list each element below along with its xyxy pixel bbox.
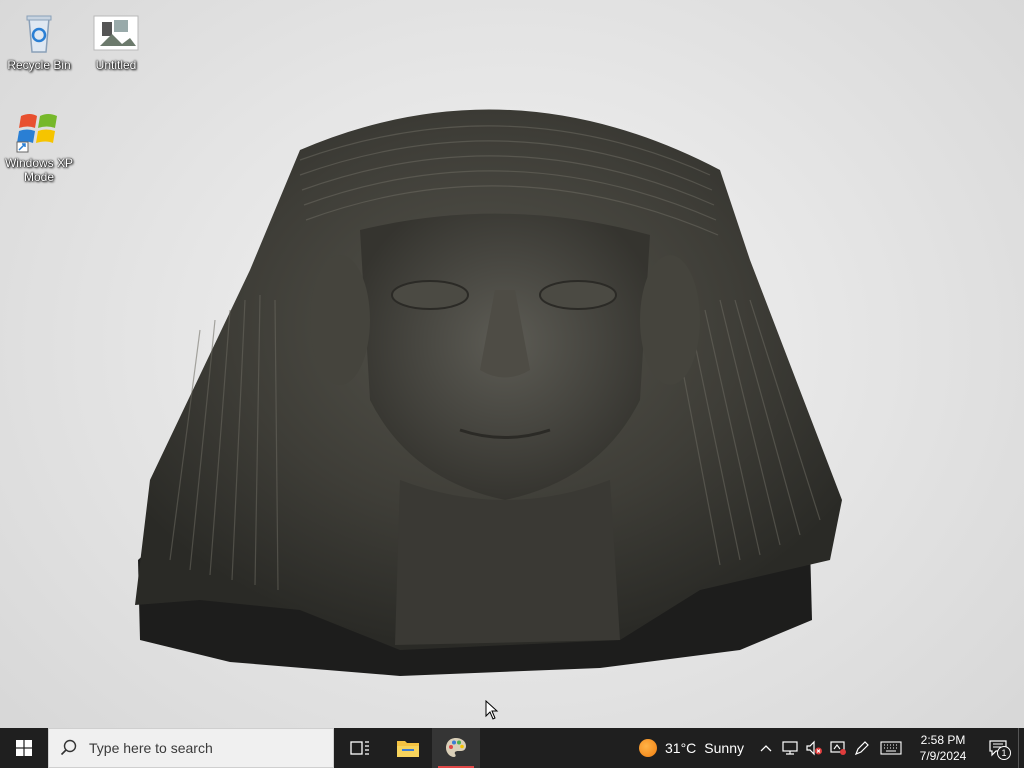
windows-xp-icon [16, 114, 57, 153]
folder-icon [397, 741, 419, 757]
action-center-button[interactable]: 1 [978, 728, 1018, 768]
network-icon [782, 741, 798, 755]
file-explorer-button[interactable] [384, 728, 432, 768]
show-desktop-button[interactable] [1018, 728, 1024, 768]
taskbar-search-box[interactable]: Type here to search [48, 728, 334, 768]
pen-icon [854, 741, 869, 756]
clock-time: 2:58 PM [920, 733, 966, 747]
taskbar: Type here to search 31°C Sunny 2:58 PM 7… [0, 728, 1024, 768]
notification-count-badge: 1 [997, 746, 1011, 760]
paint-taskbar-button[interactable] [432, 728, 480, 768]
start-button[interactable] [0, 728, 48, 768]
weather-temperature: 31°C [665, 740, 697, 756]
monitor-alert-icon [830, 741, 846, 755]
windows-logo-icon [16, 740, 32, 756]
clock-date: 7/9/2024 [919, 749, 967, 763]
desktop-icon-label: Untitled [95, 58, 137, 72]
desktop-wallpaper [135, 109, 842, 676]
weather-widget[interactable]: 31°C Sunny [629, 739, 754, 757]
search-placeholder: Type here to search [89, 740, 213, 756]
desktop-icon-windows-xp-mode[interactable]: Windows XP Mode [0, 106, 78, 184]
security-tray-button[interactable] [826, 728, 850, 768]
volume-tray-button[interactable] [802, 728, 826, 768]
paint-icon [446, 738, 466, 757]
taskbar-clock[interactable]: 2:58 PM 7/9/2024 [912, 732, 974, 764]
show-hidden-icons-button[interactable] [754, 728, 778, 768]
desktop-icon-recycle-bin[interactable]: Recycle Bin [0, 8, 78, 72]
desktop-icon-label: Recycle Bin [7, 58, 71, 72]
task-view-button[interactable] [336, 728, 384, 768]
desktop-icon-untitled[interactable]: Untitled [77, 8, 155, 72]
recycle-bin-icon [26, 15, 52, 53]
sunny-icon [639, 739, 658, 757]
search-icon [49, 739, 89, 757]
mouse-cursor-icon [485, 700, 499, 720]
chevron-up-icon [760, 745, 772, 752]
pen-tray-button[interactable] [850, 728, 874, 768]
volume-muted-icon [806, 740, 822, 756]
desktop-icon-label: Windows XP Mode [4, 156, 74, 184]
touch-keyboard-button[interactable] [874, 728, 908, 768]
weather-condition: Sunny [704, 740, 744, 756]
task-view-icon [350, 741, 369, 755]
keyboard-icon [880, 741, 902, 755]
image-file-icon [93, 15, 139, 51]
network-tray-button[interactable] [778, 728, 802, 768]
